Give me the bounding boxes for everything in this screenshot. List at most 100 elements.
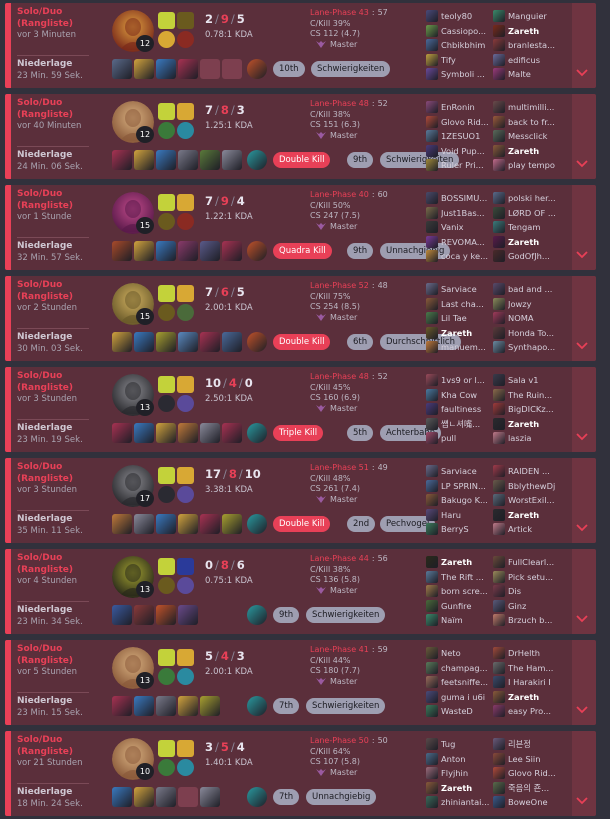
player-row[interactable]: polski her... xyxy=(493,191,561,206)
item-icon[interactable] xyxy=(178,605,198,625)
player-row[interactable]: Zareth xyxy=(493,508,561,523)
player-row[interactable]: laszia xyxy=(493,431,561,446)
item-icon[interactable] xyxy=(178,696,198,716)
player-row[interactable]: Dis xyxy=(493,584,561,599)
player-row[interactable]: I Harakiri I xyxy=(493,675,561,690)
player-row[interactable]: BoweOne xyxy=(493,795,561,810)
player-row[interactable]: 죽음의 죤... xyxy=(493,781,561,796)
item-icon[interactable] xyxy=(178,150,198,170)
player-row[interactable]: FullClearl... xyxy=(493,555,561,570)
item-icon[interactable] xyxy=(112,605,132,625)
item-icon[interactable] xyxy=(200,241,220,261)
player-row[interactable]: WorstExil... xyxy=(493,493,561,508)
player-row[interactable]: 리븐정 xyxy=(493,737,561,752)
player-row[interactable]: champag... xyxy=(426,661,494,676)
ward-icon[interactable] xyxy=(247,423,267,443)
player-row[interactable]: Lil Tae xyxy=(426,311,494,326)
item-icon[interactable] xyxy=(134,241,154,261)
item-icon[interactable] xyxy=(112,696,132,716)
player-row[interactable]: Haru xyxy=(426,508,494,523)
player-row[interactable]: NOMA xyxy=(493,311,561,326)
player-row[interactable]: branlesta... xyxy=(493,38,561,53)
player-row[interactable]: Bakugo K... xyxy=(426,493,494,508)
player-row[interactable]: edificus xyxy=(493,53,561,68)
item-icon[interactable] xyxy=(112,332,132,352)
player-row[interactable]: BigDICKz... xyxy=(493,402,561,417)
item-icon[interactable] xyxy=(156,59,176,79)
item-icon[interactable] xyxy=(178,423,198,443)
player-row[interactable]: faultiness xyxy=(426,402,494,417)
match-card[interactable]: Solo/Duo (Rangliste) vor 3 Minuten Niederl… xyxy=(5,3,596,88)
item-icon[interactable] xyxy=(178,59,198,79)
player-row[interactable]: Zareth xyxy=(493,235,561,250)
match-card[interactable]: Solo/Duo (Rangliste) vor 4 Stunden Niederl… xyxy=(5,549,596,634)
item-icon[interactable] xyxy=(222,241,242,261)
player-row[interactable]: Zareth xyxy=(493,24,561,39)
player-row[interactable]: teoly80 xyxy=(426,9,494,24)
player-row[interactable]: play tempo xyxy=(493,158,561,173)
ward-icon[interactable] xyxy=(247,332,267,352)
expand-button[interactable] xyxy=(572,549,596,634)
player-row[interactable]: Ruler Pri... xyxy=(426,158,494,173)
item-icon[interactable] xyxy=(200,696,220,716)
player-row[interactable]: Sarviace xyxy=(426,282,494,297)
player-row[interactable]: 1ZESUO1 xyxy=(426,129,494,144)
player-row[interactable]: Pick setu... xyxy=(493,570,561,585)
player-row[interactable]: BerryS xyxy=(426,522,494,537)
player-row[interactable]: Glovo Rid... xyxy=(426,115,494,130)
expand-button[interactable] xyxy=(572,94,596,179)
item-icon[interactable] xyxy=(178,241,198,261)
player-row[interactable]: 썝ㄴ셔嘴... xyxy=(426,417,494,432)
match-card[interactable]: Solo/Duo (Rangliste) vor 1 Stunde Niederla… xyxy=(5,185,596,270)
player-row[interactable]: Vanix xyxy=(426,220,494,235)
player-row[interactable]: guma i u6i xyxy=(426,690,494,705)
player-row[interactable]: Just1Bas... xyxy=(426,206,494,221)
player-row[interactable]: RAIDEN ... xyxy=(493,464,561,479)
expand-button[interactable] xyxy=(572,276,596,361)
player-row[interactable]: Zareth xyxy=(426,781,494,796)
player-row[interactable]: GodOfJh... xyxy=(493,249,561,264)
item-icon[interactable] xyxy=(112,514,132,534)
player-row[interactable]: Honda To... xyxy=(493,326,561,341)
player-row[interactable]: Cassiopo... xyxy=(426,24,494,39)
player-row[interactable]: WasteD xyxy=(426,704,494,719)
player-row[interactable]: Zareth xyxy=(426,326,494,341)
match-card[interactable]: Solo/Duo (Rangliste) vor 2 Stunden Niederl… xyxy=(5,276,596,361)
empty-slot-icon[interactable] xyxy=(178,787,198,807)
expand-button[interactable] xyxy=(572,185,596,270)
player-row[interactable]: pull xyxy=(426,431,494,446)
player-row[interactable]: manuem... xyxy=(426,340,494,355)
player-row[interactable]: Lee Siin xyxy=(493,752,561,767)
expand-button[interactable] xyxy=(572,3,596,88)
item-icon[interactable] xyxy=(112,59,132,79)
player-row[interactable]: Anton xyxy=(426,752,494,767)
player-row[interactable]: Tug xyxy=(426,737,494,752)
player-row[interactable]: Kha Cow xyxy=(426,388,494,403)
match-card[interactable]: Solo/Duo (Rangliste) vor 3 Stunden Niederl… xyxy=(5,458,596,543)
item-icon[interactable] xyxy=(112,241,132,261)
item-icon[interactable] xyxy=(222,514,242,534)
player-row[interactable]: Messclick xyxy=(493,129,561,144)
item-icon[interactable] xyxy=(134,150,154,170)
player-row[interactable]: multimilli... xyxy=(493,100,561,115)
player-row[interactable]: 1vs9 or l... xyxy=(426,373,494,388)
item-icon[interactable] xyxy=(156,787,176,807)
item-icon[interactable] xyxy=(156,423,176,443)
player-row[interactable]: REVOMA... xyxy=(426,235,494,250)
expand-button[interactable] xyxy=(572,731,596,816)
item-icon[interactable] xyxy=(200,150,220,170)
player-row[interactable]: Void Pup... xyxy=(426,144,494,159)
player-row[interactable]: back to fr... xyxy=(493,115,561,130)
item-icon[interactable] xyxy=(156,514,176,534)
item-icon[interactable] xyxy=(134,514,154,534)
ward-icon[interactable] xyxy=(247,514,267,534)
player-row[interactable]: Artick xyxy=(493,522,561,537)
player-row[interactable]: Zareth xyxy=(493,144,561,159)
item-icon[interactable] xyxy=(134,696,154,716)
match-card[interactable]: Solo/Duo (Rangliste) vor 21 Stunden Nieder… xyxy=(5,731,596,816)
ward-icon[interactable] xyxy=(247,605,267,625)
player-row[interactable]: Sarviace xyxy=(426,464,494,479)
player-row[interactable]: The Ruin... xyxy=(493,388,561,403)
player-row[interactable]: BblythewDj xyxy=(493,479,561,494)
empty-slot-icon[interactable] xyxy=(222,59,242,79)
